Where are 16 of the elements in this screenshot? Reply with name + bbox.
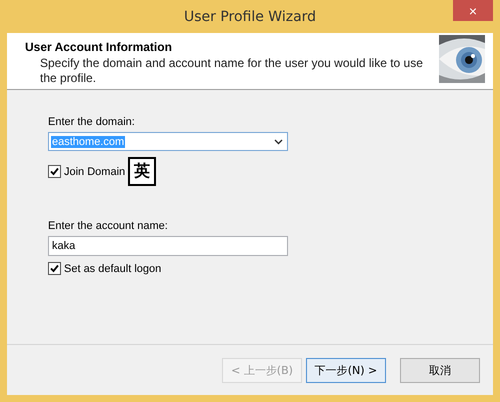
close-button[interactable]: × [453, 0, 493, 21]
window-title: User Profile Wizard [184, 8, 316, 24]
input-method-indicator: 英 [128, 157, 156, 186]
next-button[interactable]: 下一步(N) > [306, 358, 386, 382]
checkbox[interactable] [48, 165, 61, 178]
field-label: Enter the domain: [48, 116, 135, 128]
input-field[interactable]: kaka [48, 236, 288, 256]
page-title: User Account Information [25, 40, 173, 54]
checkbox[interactable] [48, 262, 61, 275]
dropdown-value: easthome.com [51, 136, 126, 148]
cancel-button[interactable]: 取消 [400, 358, 480, 382]
checkbox-label: Set as default logon [64, 262, 162, 274]
field-label: Enter the account name: [48, 220, 168, 232]
page-description: Specify the domain and account name for the user you would like to use the profile. [40, 56, 424, 86]
checkbox-label: Join Domain [64, 166, 126, 178]
caret-icon [274, 138, 283, 144]
